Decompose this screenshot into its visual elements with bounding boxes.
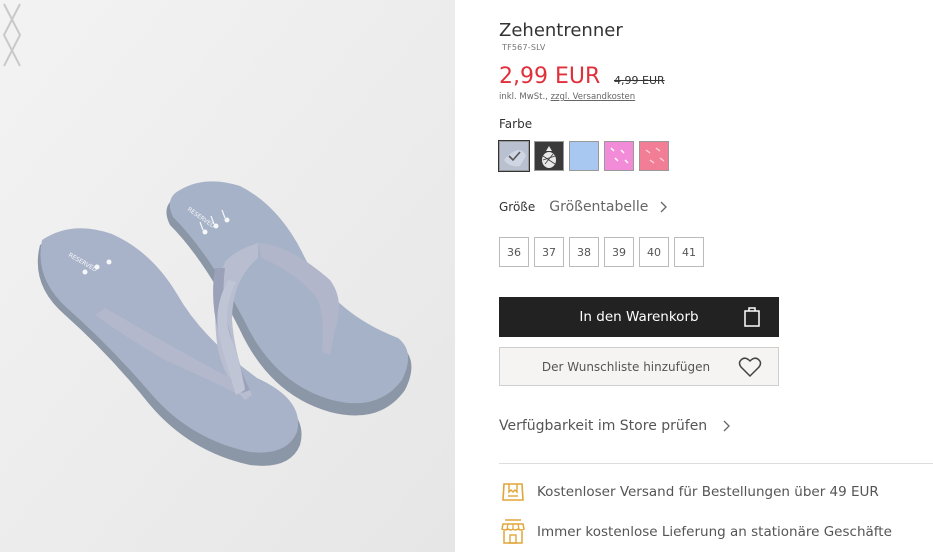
size-option[interactable]: 41 <box>674 237 704 267</box>
add-to-wishlist-label: Der Wunschliste hinzufügen <box>541 359 711 374</box>
size-option[interactable]: 37 <box>534 237 564 267</box>
swatch-pink-pattern[interactable] <box>604 141 634 171</box>
benefit-free-shipping: Kostenloser Versand für Bestellungen übe… <box>499 478 879 506</box>
swatch-black-pineapple[interactable] <box>534 141 564 171</box>
shopping-bag-icon <box>744 307 760 327</box>
swatch-silver-grey[interactable] <box>498 140 530 172</box>
tax-info: inkl. MwSt., zzgl. Versandkosten <box>499 92 635 102</box>
free-shipping-icon <box>502 483 524 501</box>
product-image-flip-flops: RESERVED RESERVED <box>0 0 455 552</box>
chevron-right-icon[interactable] <box>660 201 668 213</box>
size-option[interactable]: 36 <box>499 237 529 267</box>
size-option[interactable]: 38 <box>569 237 599 267</box>
add-to-cart-button[interactable]: In den Warenkorb <box>499 297 779 337</box>
swatch-light-blue[interactable] <box>569 141 599 171</box>
product-image-gallery: RESERVED RESERVED <box>0 0 455 552</box>
chevron-right-icon <box>723 420 731 432</box>
store-icon <box>501 519 525 544</box>
size-option[interactable]: 40 <box>639 237 669 267</box>
current-price: 2,99 EUR <box>499 64 601 89</box>
size-option[interactable]: 39 <box>604 237 634 267</box>
product-info-panel: Zehentrenner TF567-SLV 2,99 EUR 4,99 EUR… <box>498 0 933 552</box>
old-price: 4,99 EUR <box>614 74 665 87</box>
swatch-coral-pink[interactable] <box>639 141 669 171</box>
size-chart-link[interactable]: Größentabelle <box>549 199 648 215</box>
benefit-store-delivery: Immer kostenlose Lieferung an stationäre… <box>499 518 892 546</box>
store-availability-link[interactable]: Verfügbarkeit im Store prüfen <box>499 418 731 434</box>
divider <box>499 463 933 464</box>
add-to-cart-label: In den Warenkorb <box>579 309 699 325</box>
color-label: Farbe <box>499 117 533 131</box>
add-to-wishlist-button[interactable]: Der Wunschliste hinzufügen <box>499 347 779 386</box>
shipping-costs-link[interactable]: zzgl. Versandkosten <box>551 92 636 102</box>
product-title: Zehentrenner <box>499 20 623 41</box>
next-image-arrow-icon[interactable] <box>0 0 24 70</box>
heart-icon <box>738 357 762 378</box>
store-availability-label: Verfügbarkeit im Store prüfen <box>499 418 708 434</box>
tax-prefix: inkl. MwSt., <box>499 92 551 102</box>
selected-check-icon <box>504 150 526 167</box>
product-sku: TF567-SLV <box>502 43 546 52</box>
pink-pattern-icon <box>605 142 633 170</box>
size-label: Größe <box>499 200 536 214</box>
size-options: 36 37 38 39 40 41 <box>499 237 704 267</box>
benefit-store-delivery-text: Immer kostenlose Lieferung an stationäre… <box>537 524 892 540</box>
pineapple-pattern-icon <box>535 142 563 170</box>
size-row: Größe Größentabelle <box>499 199 668 215</box>
benefit-free-shipping-text: Kostenloser Versand für Bestellungen übe… <box>537 484 879 500</box>
coral-pattern-icon <box>640 142 668 170</box>
color-swatches <box>498 140 669 172</box>
